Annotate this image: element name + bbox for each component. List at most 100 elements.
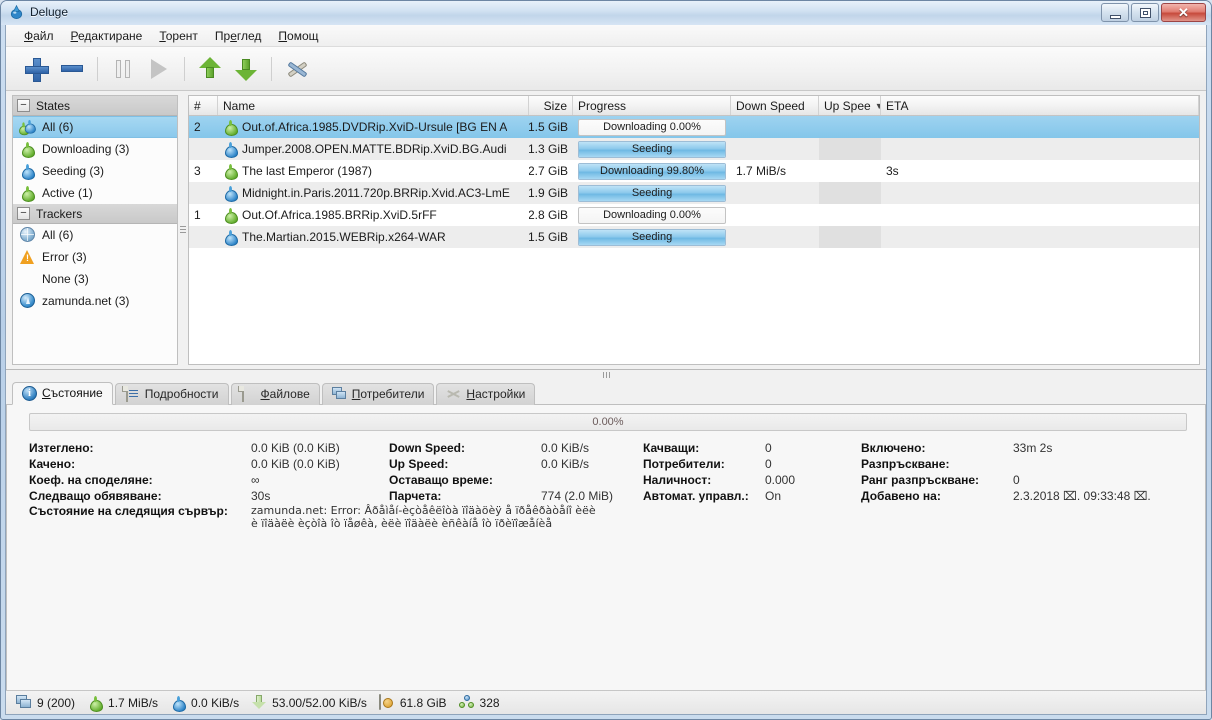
row-eta: [881, 116, 1199, 138]
torrent-progress-bar: 0.00%: [29, 412, 1187, 431]
column-header-num[interactable]: #: [189, 96, 218, 115]
minus-icon: [61, 65, 83, 72]
download-drop-icon: [87, 695, 104, 712]
progress-bar: Seeding: [578, 140, 726, 158]
sidebar-item-zamunda[interactable]: zamunda.net (3): [13, 290, 177, 312]
menu-view[interactable]: Преглед: [207, 26, 270, 46]
column-header-size[interactable]: Size: [529, 96, 573, 115]
tab-peers[interactable]: Потребители: [321, 382, 435, 405]
table-row[interactable]: 3 The last Emperor (1987) 2.7 GiB Downlo…: [189, 160, 1199, 182]
protocol-traffic-icon: [251, 695, 267, 710]
field-value-availability: 0.000: [765, 472, 796, 487]
sidebar-item-none[interactable]: None (3): [13, 268, 177, 290]
field-value-downloaded: 0.0 KiB (0.0 KiB): [251, 440, 340, 455]
sidebar: − States All (6) Downloading (3) Seeding…: [12, 95, 178, 365]
row-down-speed: [731, 226, 819, 248]
close-button[interactable]: ✕: [1161, 3, 1206, 22]
row-name-cell: The last Emperor (1987): [218, 160, 529, 182]
sidebar-item-seeding[interactable]: Seeding (3): [13, 160, 177, 182]
collapse-icon[interactable]: −: [17, 99, 30, 112]
download-speed-status[interactable]: 1.7 MiB/s: [85, 695, 164, 712]
sidebar-item-label: Error (3): [42, 250, 87, 264]
sidebar-group-states[interactable]: − States: [13, 96, 177, 116]
table-row[interactable]: Midnight.in.Paris.2011.720p.BRRip.Xvid.A…: [189, 182, 1199, 204]
upload-speed-status[interactable]: 0.0 KiB/s: [168, 695, 245, 712]
column-header-eta[interactable]: ETA: [881, 96, 1199, 115]
table-row[interactable]: 2 Out.of.Africa.1985.DVDRip.XviD-Ursule …: [189, 116, 1199, 138]
remove-torrent-button[interactable]: [54, 52, 90, 86]
protocol-traffic-status[interactable]: 53.00/52.00 KiB/s: [249, 695, 373, 710]
tracker-icon: [19, 293, 36, 309]
window-controls: ✕: [1101, 3, 1206, 22]
tab-status-label: Състояние: [42, 386, 103, 400]
main-split: − States All (6) Downloading (3) Seeding…: [6, 91, 1206, 369]
row-name-cell: Midnight.in.Paris.2011.720p.BRRip.Xvid.A…: [218, 182, 529, 204]
table-row[interactable]: 1 Out.Of.Africa.1985.BRRip.XviD.5rFF 2.8…: [189, 204, 1199, 226]
queue-down-button[interactable]: [228, 52, 264, 86]
protocol-traffic-value: 53.00/52.00 KiB/s: [272, 695, 367, 710]
tab-files[interactable]: Файлове: [230, 382, 320, 405]
add-torrent-button[interactable]: [18, 52, 54, 86]
row-name-cell: Jumper.2008.OPEN.MATTE.BDRip.XviD.BG.Aud…: [218, 138, 529, 160]
menu-help[interactable]: Помощ: [270, 26, 326, 46]
sidebar-splitter[interactable]: [178, 95, 188, 365]
menu-torrent[interactable]: Торент: [151, 26, 206, 46]
dht-nodes-status[interactable]: 328: [457, 695, 506, 710]
torrent-list-header: # Name Size Progress Down Speed Up Spee …: [189, 96, 1199, 116]
row-name: The.Martian.2015.WEBRip.x264-WAR: [242, 230, 446, 244]
maximize-icon: [1140, 8, 1151, 18]
pause-button[interactable]: [105, 52, 141, 86]
tab-status[interactable]: i Състояние: [12, 381, 113, 405]
maximize-button[interactable]: [1131, 3, 1159, 22]
row-name: Midnight.in.Paris.2011.720p.BRRip.Xvid.A…: [242, 186, 510, 200]
deluge-drop-icon: [10, 4, 23, 19]
sidebar-item-label: zamunda.net (3): [42, 294, 130, 308]
menu-torrent-rest: орент: [165, 28, 198, 43]
row-up-speed: [819, 160, 881, 182]
sidebar-item-active[interactable]: Active (1): [13, 182, 177, 204]
column-header-down-speed[interactable]: Down Speed: [731, 96, 819, 115]
toolbar-separator-3: [271, 56, 272, 81]
progress-label: Downloading 0.00%: [603, 121, 701, 133]
torrent-list-body: 2 Out.of.Africa.1985.DVDRip.XviD-Ursule …: [189, 116, 1199, 364]
download-drop-icon: [222, 207, 238, 224]
sidebar-group-trackers[interactable]: − Trackers: [13, 204, 177, 224]
free-space-status[interactable]: 61.8 GiB: [377, 694, 453, 710]
connections-status[interactable]: 9 (200): [14, 695, 81, 710]
row-queue-position: 2: [194, 120, 201, 134]
field-label-seeders: Качващи:: [643, 440, 700, 455]
table-row[interactable]: The.Martian.2015.WEBRip.x264-WAR 1.5 GiB…: [189, 226, 1199, 248]
table-row[interactable]: Jumper.2008.OPEN.MATTE.BDRip.XviD.BG.Aud…: [189, 138, 1199, 160]
menu-edit[interactable]: Редактиране: [63, 26, 151, 46]
field-label-seed-rank: Ранг разпръскване:: [861, 472, 980, 487]
row-eta: [881, 138, 1199, 160]
menu-file[interactable]: Файл: [16, 26, 62, 46]
sidebar-item-all-states[interactable]: All (6): [13, 116, 177, 138]
collapse-icon[interactable]: −: [17, 207, 30, 220]
sidebar-item-all-trackers[interactable]: All (6): [13, 224, 177, 246]
column-header-name[interactable]: Name: [218, 96, 529, 115]
download-speed-value: 1.7 MiB/s: [108, 695, 159, 710]
preferences-button[interactable]: [279, 52, 315, 86]
details-fields-grid: Изтеглено: 0.0 KiB (0.0 KiB) Down Speed:…: [7, 441, 1205, 503]
queue-up-button[interactable]: [192, 52, 228, 86]
tab-details[interactable]: Подробности: [114, 382, 229, 405]
field-value-seeding-time: [1013, 457, 1205, 471]
sidebar-item-error[interactable]: ! Error (3): [13, 246, 177, 268]
details-splitter[interactable]: [6, 368, 1206, 381]
download-drop-icon: [222, 119, 238, 136]
resume-button[interactable]: [141, 52, 177, 86]
row-eta: 3s: [886, 164, 899, 178]
tab-options[interactable]: Настройки: [436, 382, 536, 405]
sidebar-item-downloading[interactable]: Downloading (3): [13, 138, 177, 160]
field-label-tracker-status: Състояние на следящия сървър:: [29, 503, 228, 518]
minimize-button[interactable]: [1101, 3, 1129, 22]
column-header-up-speed[interactable]: Up Spee ▼: [819, 96, 881, 115]
upload-speed-value: 0.0 KiB/s: [191, 695, 240, 710]
sidebar-group-states-label: States: [36, 98, 71, 113]
progress-bar: Seeding: [578, 184, 726, 202]
column-header-progress[interactable]: Progress: [573, 96, 731, 115]
row-down-speed: [731, 138, 819, 160]
menu-view-rest: глед: [236, 28, 262, 43]
row-queue-position: [189, 138, 218, 160]
